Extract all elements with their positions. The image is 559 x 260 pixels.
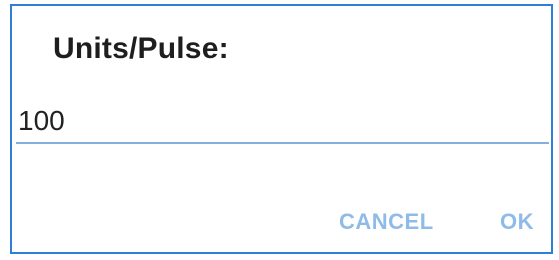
units-per-pulse-dialog: Units/Pulse: CANCEL OK <box>10 4 553 254</box>
dialog-actions: CANCEL OK <box>12 202 551 242</box>
units-per-pulse-field <box>16 98 549 144</box>
cancel-button[interactable]: CANCEL <box>339 202 434 242</box>
ok-button[interactable]: OK <box>500 202 534 242</box>
units-per-pulse-input[interactable] <box>18 104 518 138</box>
dialog-title: Units/Pulse: <box>53 32 229 65</box>
